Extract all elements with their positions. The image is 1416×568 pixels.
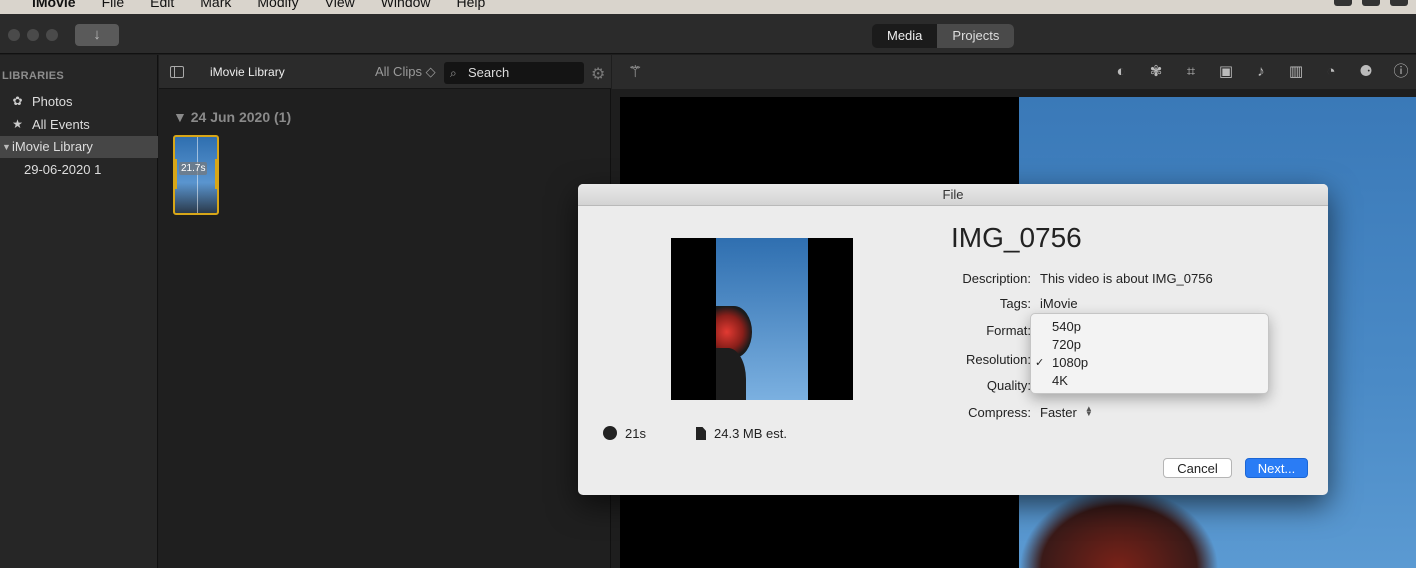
sidebar-toggle-icon[interactable]: [170, 66, 184, 78]
video-name-field[interactable]: IMG_0756: [951, 222, 1082, 254]
clip-filter-icon[interactable]: ⚈: [1357, 63, 1375, 81]
clip-duration-label: 21.7s: [179, 162, 208, 175]
cancel-button[interactable]: Cancel: [1163, 458, 1232, 478]
sidebar-item-label: All Events: [32, 117, 90, 132]
import-button[interactable]: ↓: [75, 24, 119, 46]
resolution-label: Resolution:: [965, 352, 1031, 367]
resolution-option-4k[interactable]: 4K: [1031, 372, 1268, 390]
menu-file[interactable]: File: [102, 0, 125, 10]
menu-app-name[interactable]: iMovie: [32, 0, 76, 10]
photos-icon: ✿: [12, 94, 23, 108]
search-placeholder: Search: [468, 65, 510, 80]
tags-field[interactable]: iMovie: [1040, 296, 1078, 311]
sidebar-item-label: 29-06-2020 1: [24, 162, 102, 177]
resolution-popup-menu: 540p 720p ✓ 1080p 4K: [1030, 313, 1269, 394]
minimize-window-button[interactable]: [27, 29, 39, 41]
next-button[interactable]: Next...: [1245, 458, 1308, 478]
stepper-icon: ▲ ▼: [1084, 404, 1093, 418]
file-size-value: 24.3 MB est.: [714, 426, 787, 441]
resolution-option-540p[interactable]: 540p: [1031, 318, 1268, 336]
menu-view[interactable]: View: [325, 0, 355, 10]
sidebar-heading: LIBRARIES: [2, 70, 64, 82]
description-label: Description:: [962, 271, 1031, 286]
menu-modify[interactable]: Modify: [257, 0, 298, 10]
sidebar-item-label: iMovie Library: [12, 139, 93, 154]
quality-label: Quality:: [986, 378, 1031, 393]
format-label: Format:: [986, 323, 1031, 338]
disclosure-triangle-icon[interactable]: ▼: [2, 136, 11, 158]
skimmer-line: [197, 137, 198, 213]
crop-icon[interactable]: ⌗: [1182, 63, 1200, 81]
option-label: 1080p: [1052, 355, 1089, 370]
tray-icon[interactable]: [1362, 0, 1380, 6]
media-browser: iMovie Library All Clips ◇ ⌕ Search ⚙ ▼ …: [159, 55, 611, 568]
dialog-title: File: [578, 184, 1328, 206]
compress-select[interactable]: Faster ▲ ▼: [1040, 404, 1093, 421]
menu-edit[interactable]: Edit: [150, 0, 174, 10]
media-projects-switch: Media Projects: [872, 24, 1015, 48]
star-icon: ★: [12, 117, 23, 131]
info-icon[interactable]: ⓘ: [1392, 63, 1410, 81]
color-balance-icon[interactable]: ◐: [1112, 63, 1130, 81]
checkmark-icon: ✓: [1035, 357, 1045, 369]
color-correction-icon[interactable]: ✾: [1147, 63, 1165, 81]
trim-handle-right[interactable]: [215, 159, 217, 189]
magic-wand-icon[interactable]: ⚚: [628, 62, 642, 82]
video-thumbnail: [671, 238, 853, 400]
sidebar-item-all-events[interactable]: ★ All Events: [0, 114, 158, 136]
document-icon: [696, 427, 706, 440]
noise-reduction-icon[interactable]: ▥: [1287, 63, 1305, 81]
event-date-heading[interactable]: ▼ 24 Jun 2020 (1): [173, 109, 291, 125]
tab-projects[interactable]: Projects: [937, 24, 1015, 48]
tray-icon[interactable]: [1334, 0, 1352, 6]
compress-label: Compress:: [968, 405, 1031, 420]
tab-media[interactable]: Media: [872, 24, 937, 48]
tray-icon[interactable]: [1390, 0, 1408, 6]
option-label: 540p: [1052, 319, 1081, 334]
search-input[interactable]: ⌕ Search: [444, 62, 584, 84]
clip-filter-select[interactable]: All Clips ◇: [375, 64, 436, 80]
option-label: 720p: [1052, 337, 1081, 352]
duration-info: 21s: [603, 426, 646, 441]
menu-mark[interactable]: Mark: [200, 0, 231, 10]
gear-icon[interactable]: ⚙: [591, 64, 605, 84]
option-label: 4K: [1052, 373, 1068, 388]
menu-bar: iMovie File Edit Mark Modify View Window…: [0, 0, 1416, 14]
clip-thumbnail[interactable]: 21.7s: [173, 135, 219, 215]
browser-toolbar: iMovie Library All Clips ◇ ⌕ Search ⚙: [159, 55, 611, 89]
tags-label: Tags:: [999, 296, 1031, 311]
sidebar-item-imovie-library[interactable]: ▼ iMovie Library: [0, 136, 158, 158]
zoom-window-button[interactable]: [46, 29, 58, 41]
libraries-sidebar: LIBRARIES ✿ Photos ★ All Events ▼ iMovie…: [0, 55, 158, 568]
duration-value: 21s: [625, 426, 646, 441]
close-window-button[interactable]: [8, 29, 20, 41]
viewer-toolbar: ⚚ ◐ ✾ ⌗ ▣ ♪ ▥ ◔ ⚈ ⓘ: [612, 55, 1416, 89]
clock-icon: [603, 426, 617, 440]
import-arrow-icon: ↓: [93, 26, 101, 43]
description-field[interactable]: This video is about IMG_0756: [1040, 271, 1213, 286]
window-toolbar: ↓ Media Projects: [0, 14, 1416, 54]
search-icon: ⌕: [450, 66, 457, 80]
volume-icon[interactable]: ♪: [1252, 63, 1270, 81]
preview-stadium: [1019, 488, 1219, 568]
stabilization-icon[interactable]: ▣: [1217, 63, 1235, 81]
compress-value: Faster: [1040, 405, 1077, 420]
resolution-option-720p[interactable]: 720p: [1031, 336, 1268, 354]
menu-help[interactable]: Help: [457, 0, 486, 10]
menu-window[interactable]: Window: [381, 0, 431, 10]
library-title: iMovie Library: [210, 65, 285, 79]
sidebar-item-photos[interactable]: ✿ Photos: [0, 91, 158, 113]
speed-icon[interactable]: ◔: [1322, 63, 1340, 81]
resolution-option-1080p[interactable]: ✓ 1080p: [1031, 354, 1268, 372]
trim-handle-left[interactable]: [175, 159, 177, 189]
sidebar-item-event[interactable]: 29-06-2020 1: [0, 159, 158, 181]
file-size-info: 24.3 MB est.: [696, 426, 787, 441]
sidebar-item-label: Photos: [32, 94, 73, 109]
